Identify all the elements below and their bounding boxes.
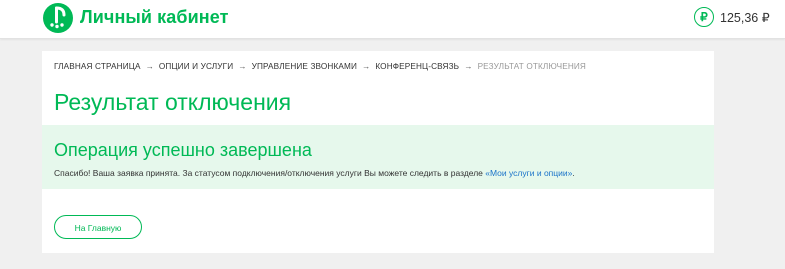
balance-value: 125,36 ₽ xyxy=(720,11,770,25)
brand-title[interactable]: Личный кабинет xyxy=(80,7,229,28)
ruble-icon: ₽ xyxy=(694,7,714,27)
breadcrumb-item-home[interactable]: ГЛАВНАЯ СТРАНИЦА xyxy=(54,62,141,71)
success-message-text: Спасибо! Ваша заявка принята. За статусо… xyxy=(54,168,486,178)
breadcrumb-arrow-icon: → xyxy=(362,62,371,71)
breadcrumb-arrow-icon: → xyxy=(145,62,154,71)
success-title: Операция успешно завершена xyxy=(54,140,312,160)
logo-glyph xyxy=(50,6,66,29)
success-message: Спасибо! Ваша заявка принята. За статусо… xyxy=(54,168,575,178)
megafon-logo-icon[interactable] xyxy=(43,3,73,33)
top-bar: Личный кабинет ₽ 125,36 ₽ xyxy=(0,0,785,39)
page-title: Результат отключения xyxy=(54,89,292,115)
breadcrumb-arrow-icon: → xyxy=(238,62,247,71)
success-panel: Операция успешно завершена Спасибо! Ваша… xyxy=(42,125,714,189)
breadcrumb-item-conference[interactable]: КОНФЕРЕНЦ-СВЯЗЬ xyxy=(375,62,459,71)
breadcrumb: ГЛАВНАЯ СТРАНИЦА → ОПЦИИ И УСЛУГИ → УПРАВЛЕН… xyxy=(54,62,586,71)
breadcrumb-current: РЕЗУЛЬТАТ ОТКЛЮЧЕНИЯ xyxy=(477,62,586,71)
breadcrumb-arrow-icon: → xyxy=(464,62,473,71)
breadcrumb-item-call-management[interactable]: УПРАВЛЕНИЕ ЗВОНКАМИ xyxy=(252,62,357,71)
my-services-link[interactable]: «Мои услуги и опции» xyxy=(485,168,572,178)
content-card: ГЛАВНАЯ СТРАНИЦА → ОПЦИИ И УСЛУГИ → УПРАВЛЕН… xyxy=(42,51,714,253)
success-message-end: . xyxy=(572,168,575,178)
home-button[interactable]: На Главную xyxy=(54,215,142,239)
breadcrumb-item-options[interactable]: ОПЦИИ И УСЛУГИ xyxy=(159,62,233,71)
